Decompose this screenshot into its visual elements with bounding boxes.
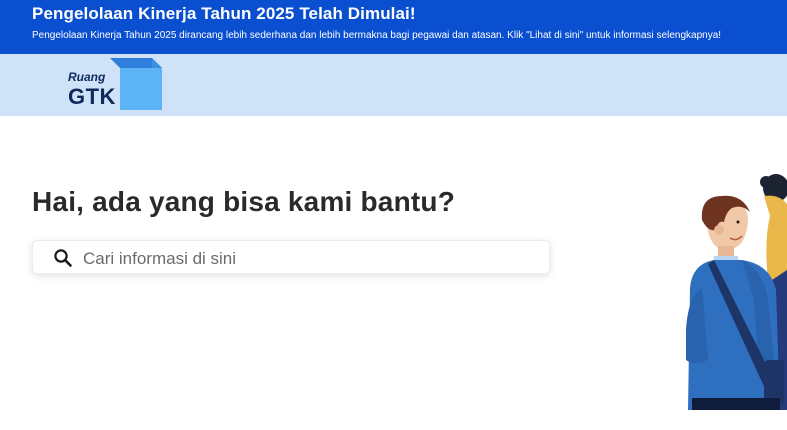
people-illustration bbox=[686, 174, 787, 410]
banner-title: Pengelolaan Kinerja Tahun 2025 Telah Dim… bbox=[32, 4, 416, 23]
search-input[interactable] bbox=[81, 244, 525, 274]
banner-description: Pengelolaan Kinerja Tahun 2025 dirancang… bbox=[32, 30, 722, 41]
logo-text-big: GTK bbox=[68, 84, 116, 109]
ruang-gtk-logo[interactable]: Ruang GTK bbox=[66, 56, 166, 114]
site-header: Ruang GTK bbox=[0, 54, 787, 116]
search-bar[interactable] bbox=[32, 240, 550, 274]
logo-text-small: Ruang bbox=[68, 70, 106, 84]
search-icon bbox=[54, 249, 72, 267]
announcement-banner[interactable]: Pengelolaan Kinerja Tahun 2025 Telah Dim… bbox=[0, 0, 787, 54]
hero-heading: Hai, ada yang bisa kami bantu? bbox=[32, 186, 456, 217]
logo-cube-icon bbox=[110, 58, 162, 110]
